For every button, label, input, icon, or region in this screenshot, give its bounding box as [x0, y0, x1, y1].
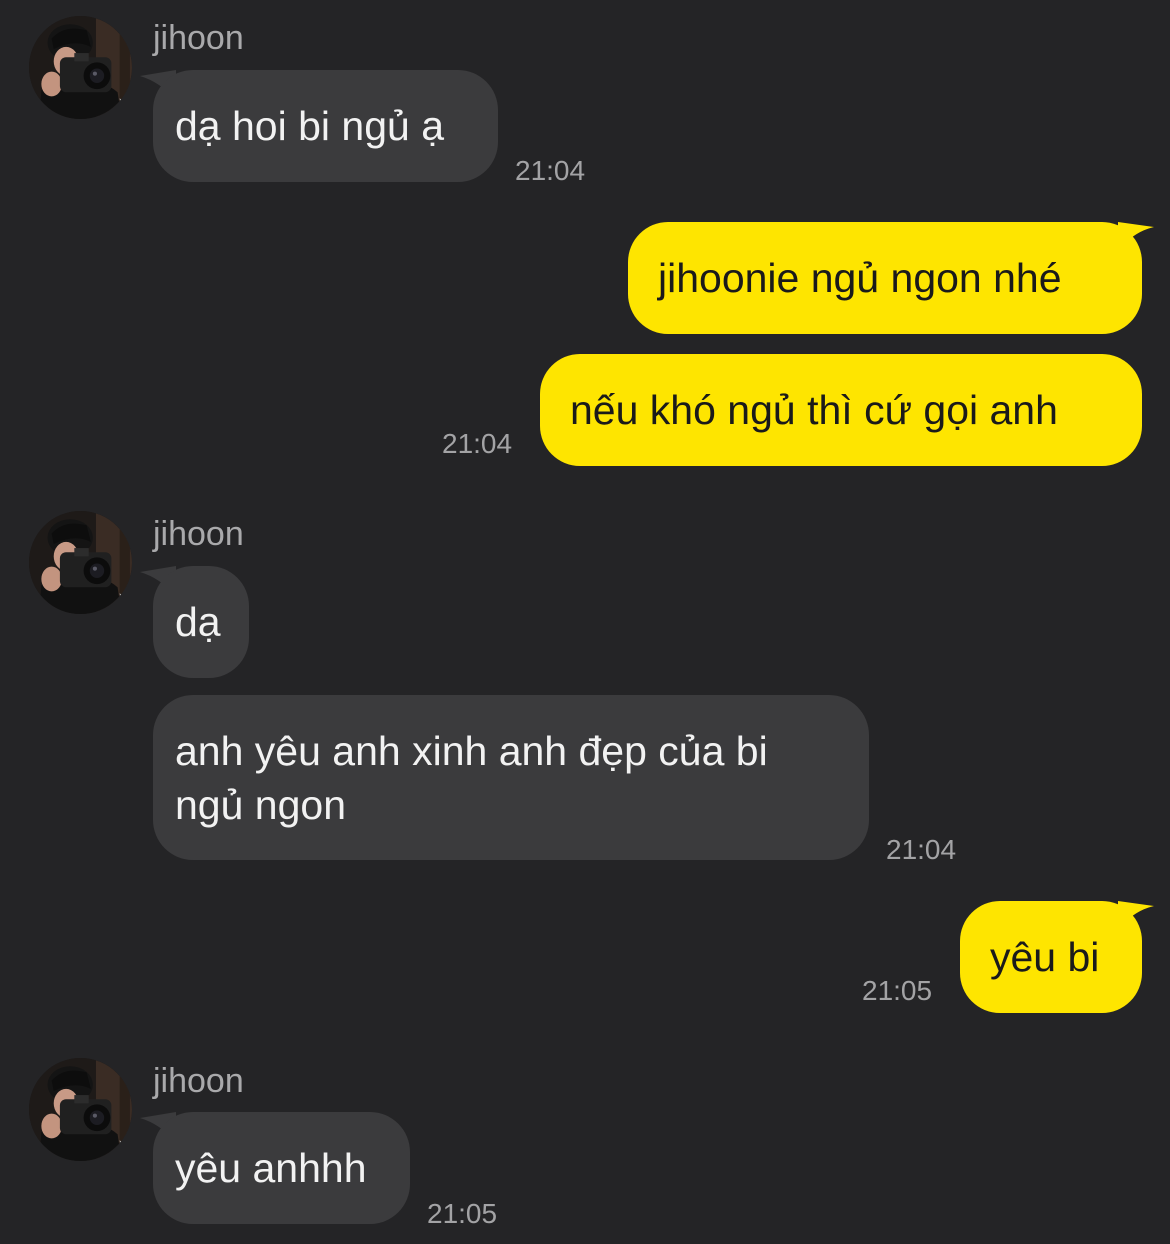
sender-avatar[interactable]: [29, 511, 132, 614]
chat-transcript: jihoon dạ hoi bi ngủ ạ 21:04 jihoonie ng…: [0, 0, 1170, 1244]
outgoing-message[interactable]: nếu khó ngủ thì cứ gọi anh: [540, 354, 1142, 466]
incoming-message[interactable]: yêu anhhh: [153, 1112, 410, 1224]
message-time: 21:05: [427, 1198, 498, 1229]
message-time: 21:04: [515, 155, 586, 186]
profile-photo-icon: [29, 511, 132, 614]
message-text: yêu bi: [990, 934, 1100, 980]
profile-photo-icon: [29, 1058, 132, 1161]
message-text: jihoonie ngủ ngon nhé: [658, 255, 1062, 301]
sender-name: jihoon: [153, 19, 244, 57]
incoming-message[interactable]: anh yêu anh xinh anh đẹp của bi ngủ ngon: [153, 695, 869, 860]
sender-avatar[interactable]: [29, 1058, 132, 1161]
message-text: nếu khó ngủ thì cứ gọi anh: [570, 387, 1058, 433]
message-text: dạ: [175, 599, 221, 645]
sender-avatar[interactable]: [29, 16, 132, 119]
message-text: yêu anhhh: [175, 1145, 367, 1191]
message-text: dạ hoi bi ngủ ạ: [175, 103, 445, 149]
incoming-message[interactable]: dạ: [153, 566, 249, 678]
message-time: 21:04: [886, 834, 957, 865]
incoming-message[interactable]: dạ hoi bi ngủ ạ: [153, 70, 498, 182]
sender-name: jihoon: [153, 515, 244, 553]
message-text: anh yêu anh xinh anh đẹp của bi ngủ ngon: [175, 728, 768, 828]
outgoing-message[interactable]: yêu bi: [960, 901, 1142, 1013]
profile-photo-icon: [29, 16, 132, 119]
message-time: 21:04: [442, 428, 513, 459]
message-time: 21:05: [862, 975, 933, 1006]
sender-name: jihoon: [153, 1062, 244, 1100]
outgoing-message[interactable]: jihoonie ngủ ngon nhé: [628, 222, 1142, 334]
